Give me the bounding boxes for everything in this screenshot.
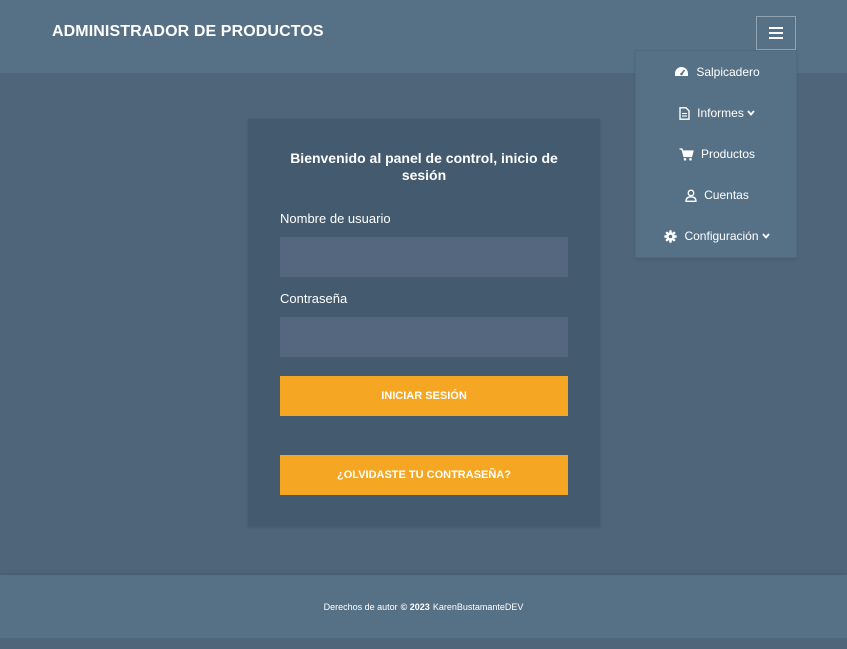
nav-dropdown-menu: Salpicadero Informes Productos Cuentas C… <box>635 50 797 258</box>
menu-item-cuentas[interactable]: Cuentas <box>636 183 798 207</box>
password-label: Contraseña <box>280 291 348 306</box>
shopping-cart-icon <box>679 147 694 161</box>
gear-icon <box>664 229 678 243</box>
tachometer-icon <box>674 66 689 78</box>
footer-copyright: © 2023 <box>400 601 430 612</box>
login-card: Bienvenido al panel de control, inicio d… <box>248 119 600 526</box>
menu-toggle-button[interactable] <box>756 16 796 50</box>
username-label: Nombre de usuario <box>280 211 391 226</box>
menu-item-label: Cuentas <box>704 188 749 202</box>
login-title: Bienvenido al panel de control, inicio d… <box>290 150 558 183</box>
username-input[interactable] <box>280 237 568 277</box>
login-button[interactable]: INICIAR SESIÓN <box>280 376 568 416</box>
menu-item-label: Informes <box>697 106 744 120</box>
menu-item-productos[interactable]: Productos <box>636 142 798 166</box>
footer-author: KarenBustamanteDEV <box>432 601 524 612</box>
hamburger-icon <box>769 27 783 39</box>
bottom-strip <box>0 638 847 649</box>
chevron-down-icon <box>761 233 770 239</box>
user-icon <box>685 189 697 202</box>
menu-item-label: Salpicadero <box>696 65 760 79</box>
menu-item-salpicadero[interactable]: Salpicadero <box>636 60 798 84</box>
menu-item-label: Productos <box>700 147 756 161</box>
password-input[interactable] <box>280 317 568 357</box>
menu-item-informes[interactable]: Informes <box>636 101 798 125</box>
menu-item-label: Configuración <box>684 229 759 243</box>
footer-prefix: Derechos de autor <box>323 601 398 612</box>
chevron-down-icon <box>747 110 755 116</box>
file-icon <box>679 106 690 120</box>
page-footer: Derechos de autor © 2023 KarenBustamante… <box>0 575 847 638</box>
forgot-password-button[interactable]: ¿OLVIDASTE TU CONTRASEÑA? <box>280 455 568 495</box>
brand-title[interactable]: ADMINISTRADOR DE PRODUCTOS <box>52 23 324 41</box>
menu-item-configuracion[interactable]: Configuración <box>636 224 798 248</box>
